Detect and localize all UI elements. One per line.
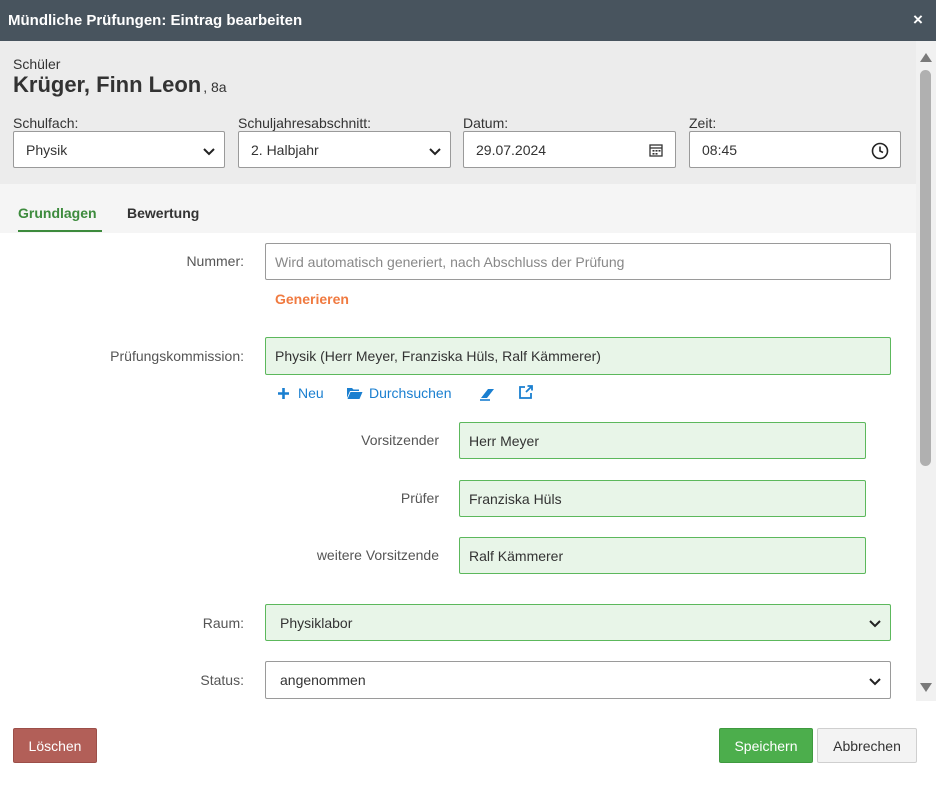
delete-button[interactable]: Löschen — [13, 728, 97, 763]
room-select[interactable]: Physiklabor — [265, 604, 891, 641]
new-label: Neu — [298, 385, 324, 401]
search-label: Durchsuchen — [369, 385, 452, 401]
commission-input[interactable]: Physik (Herr Meyer, Franziska Hüls, Ralf… — [265, 337, 891, 375]
eraser-icon[interactable] — [479, 386, 495, 402]
number-input[interactable]: Wird automatisch generiert, nach Abschlu… — [265, 243, 891, 280]
student-label: Schüler — [13, 56, 61, 72]
dialog-titlebar: Mündliche Prüfungen: Eintrag bearbeiten … — [0, 0, 936, 41]
room-label: Raum: — [202, 615, 244, 631]
status-value: angenommen — [280, 672, 366, 688]
status-label: Status: — [200, 672, 244, 688]
number-label: Nummer: — [186, 253, 244, 269]
time-input[interactable]: 08:45 — [689, 131, 901, 168]
subject-label: Schulfach: — [13, 115, 79, 131]
subject-select[interactable]: Physik — [13, 131, 225, 168]
scroll-down-arrow-icon[interactable] — [920, 683, 932, 692]
tab-grundlagen[interactable]: Grundlagen — [18, 205, 97, 221]
number-placeholder: Wird automatisch generiert, nach Abschlu… — [275, 254, 625, 270]
plus-icon — [278, 388, 289, 399]
date-input[interactable]: 29.07.2024 — [463, 131, 676, 168]
room-value: Physiklabor — [280, 615, 353, 631]
cancel-button[interactable]: Abbrechen — [817, 728, 917, 763]
further-chair-label: weitere Vorsitzende — [316, 547, 439, 563]
scroll-thumb[interactable] — [920, 70, 931, 466]
dialog-title: Mündliche Prüfungen: Eintrag bearbeiten — [8, 12, 303, 29]
external-link-icon[interactable] — [518, 384, 534, 400]
folder-open-icon — [347, 388, 363, 399]
commission-label: Prüfungskommission: — [110, 348, 244, 364]
scroll-up-arrow-icon[interactable] — [920, 53, 932, 62]
date-label: Datum: — [463, 115, 509, 131]
close-icon[interactable]: × — [909, 11, 927, 29]
period-label: Schuljahresabschnitt: — [238, 115, 372, 131]
status-select[interactable]: angenommen — [265, 661, 891, 699]
clock-icon[interactable] — [871, 142, 889, 160]
chevron-down-icon — [869, 620, 881, 628]
active-tab-indicator — [18, 230, 102, 232]
generate-link[interactable]: Generieren — [275, 291, 349, 307]
further-chair-input[interactable]: Ralf Kämmerer — [459, 537, 866, 574]
student-name-row: Krüger, Finn Leon, 8a — [13, 72, 227, 98]
chair-label: Vorsitzender — [361, 432, 439, 448]
tab-bewertung[interactable]: Bewertung — [127, 205, 199, 221]
chevron-down-icon — [869, 678, 881, 686]
chevron-down-icon — [429, 148, 441, 156]
time-value: 08:45 — [702, 142, 738, 158]
examiner-value: Franziska Hüls — [469, 491, 562, 507]
commission-value: Physik (Herr Meyer, Franziska Hüls, Ralf… — [275, 348, 601, 364]
calendar-icon[interactable] — [648, 142, 664, 158]
examiner-input[interactable]: Franziska Hüls — [459, 480, 866, 517]
tab-bar: Grundlagen Bewertung — [0, 184, 916, 233]
chair-input[interactable]: Herr Meyer — [459, 422, 866, 459]
student-name: Krüger, Finn Leon — [13, 72, 202, 97]
save-button[interactable]: Speichern — [719, 728, 813, 763]
chair-value: Herr Meyer — [469, 433, 540, 449]
period-select[interactable]: 2. Halbjahr — [238, 131, 451, 168]
period-value: 2. Halbjahr — [251, 142, 319, 158]
student-class: , 8a — [203, 79, 227, 95]
examiner-label: Prüfer — [400, 490, 439, 506]
date-value: 29.07.2024 — [476, 142, 547, 158]
scrollbar[interactable] — [916, 41, 936, 701]
further-chair-value: Ralf Kämmerer — [469, 548, 564, 564]
subject-value: Physik — [26, 142, 68, 158]
chevron-down-icon — [203, 148, 215, 156]
student-header: Schüler Krüger, Finn Leon, 8a Schulfach:… — [0, 41, 916, 184]
time-label: Zeit: — [689, 115, 717, 131]
